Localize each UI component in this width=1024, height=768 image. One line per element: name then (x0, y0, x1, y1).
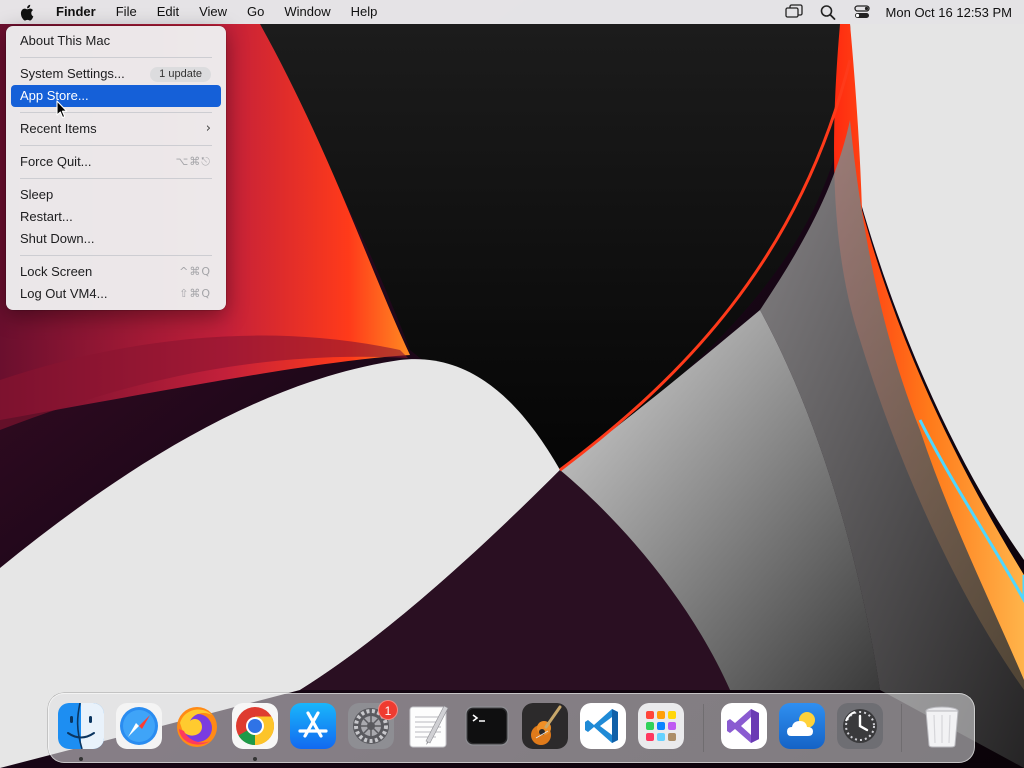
menu-item-label: App Store... (20, 88, 89, 103)
dock: 1 (48, 693, 975, 763)
vscode-icon[interactable] (580, 703, 626, 749)
safari-icon[interactable] (116, 703, 162, 749)
chrome-icon[interactable] (232, 703, 278, 749)
menu-item-recent-items[interactable]: Recent Items › (11, 118, 221, 140)
time-machine-icon[interactable] (837, 703, 883, 749)
trash-icon[interactable] (919, 703, 965, 749)
menu-window[interactable]: Window (274, 1, 340, 23)
apple-menu-button[interactable] (14, 0, 38, 24)
firefox-icon[interactable] (174, 703, 220, 749)
menu-app-name[interactable]: Finder (46, 1, 106, 23)
menu-separator (20, 255, 212, 256)
terminal-icon[interactable] (464, 703, 510, 749)
menu-edit[interactable]: Edit (147, 1, 189, 23)
menu-separator (20, 57, 212, 58)
menu-item-label: Restart... (20, 209, 73, 224)
app-store-icon[interactable] (290, 703, 336, 749)
menu-item-log-out[interactable]: Log Out VM4... ⇧⌘Q (11, 283, 221, 305)
menu-item-label: System Settings... (20, 66, 125, 81)
finder-icon[interactable] (58, 703, 104, 749)
control-center-icon[interactable] (852, 2, 872, 22)
notification-badge: 1 (378, 700, 398, 720)
keyboard-shortcut: ^⌘Q (179, 265, 211, 278)
menu-item-system-settings[interactable]: System Settings... 1 update (11, 63, 221, 85)
visual-studio-icon[interactable] (721, 703, 767, 749)
menu-item-label: About This Mac (20, 33, 111, 48)
running-indicator (79, 757, 83, 761)
keyboard-shortcut: ⇧⌘Q (179, 287, 211, 300)
menu-item-shut-down[interactable]: Shut Down... (11, 228, 221, 250)
weather-icon[interactable] (779, 703, 825, 749)
dock-divider (703, 704, 704, 752)
keyboard-shortcut: ⌥⌘⎋ (175, 155, 211, 168)
menu-separator (20, 112, 212, 113)
apple-menu-dropdown: About This Mac System Settings... 1 upda… (6, 26, 226, 310)
spotlight-search-icon[interactable] (818, 2, 838, 22)
launchpad-icon[interactable] (638, 703, 684, 749)
menu-item-force-quit[interactable]: Force Quit... ⌥⌘⎋ (11, 151, 221, 173)
screen-mirroring-icon[interactable] (784, 2, 804, 22)
menu-bar-status-area: Mon Oct 16 12:53 PM (784, 0, 1012, 24)
apple-logo-icon (20, 4, 33, 20)
menu-help[interactable]: Help (341, 1, 388, 23)
textedit-icon[interactable] (406, 703, 452, 749)
menu-item-app-store[interactable]: App Store... (11, 85, 221, 107)
menu-item-about-this-mac[interactable]: About This Mac (11, 30, 221, 52)
dock-divider (901, 704, 902, 752)
menu-separator (20, 145, 212, 146)
menu-item-label: Recent Items (20, 121, 97, 136)
menu-bar-clock[interactable]: Mon Oct 16 12:53 PM (886, 5, 1012, 20)
menu-go[interactable]: Go (237, 1, 274, 23)
chevron-right-icon: › (205, 121, 211, 136)
menu-file[interactable]: File (106, 1, 147, 23)
menu-bar: Finder File Edit View Go Window Help Mon… (0, 0, 1024, 24)
menu-item-label: Log Out VM4... (20, 286, 108, 301)
garageband-icon[interactable] (522, 703, 568, 749)
menu-item-label: Shut Down... (20, 231, 95, 246)
menu-item-sleep[interactable]: Sleep (11, 184, 221, 206)
menu-item-label: Sleep (20, 187, 54, 202)
menu-item-label: Force Quit... (20, 154, 92, 169)
mouse-pointer-icon (56, 100, 68, 119)
running-indicator (253, 757, 257, 761)
menu-item-label: Lock Screen (20, 264, 93, 279)
menu-view[interactable]: View (189, 1, 237, 23)
update-badge: 1 update (150, 66, 211, 82)
menu-separator (20, 178, 212, 179)
menu-item-lock-screen[interactable]: Lock Screen ^⌘Q (11, 261, 221, 283)
menu-item-restart[interactable]: Restart... (11, 206, 221, 228)
